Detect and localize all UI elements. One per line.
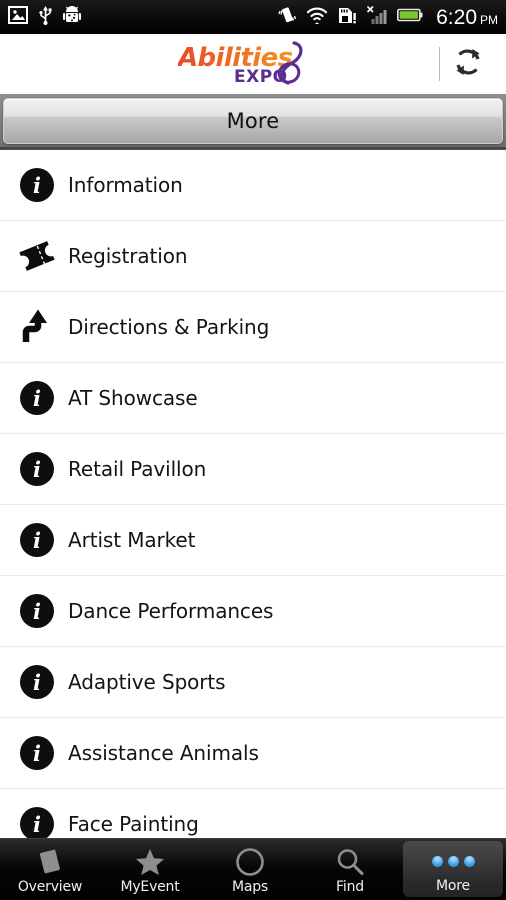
search-icon (335, 847, 365, 877)
list-item[interactable]: i Artist Market (0, 505, 506, 576)
refresh-button[interactable] (440, 41, 496, 87)
list-item-label: Artist Market (68, 528, 196, 552)
info-glyph: i (20, 523, 54, 557)
dot (463, 855, 475, 867)
usb-icon (38, 5, 53, 30)
app-screen: 6:20 PM Abilities EXPO More i Informatio… (0, 0, 506, 900)
list-item[interactable]: i Retail Pavillon (0, 434, 506, 505)
info-icon: i (14, 446, 60, 492)
tab-label: Overview (17, 878, 83, 895)
info-glyph: i (20, 168, 54, 202)
directions-arrow-icon (14, 304, 60, 350)
page-title-bar: More (0, 94, 506, 150)
abilities-expo-logo: Abilities EXPO (178, 41, 328, 87)
sd-card-alert-icon (337, 5, 357, 30)
battery-icon (397, 8, 423, 27)
list-item[interactable]: Directions & Parking (0, 292, 506, 363)
clock-ampm: PM (480, 12, 498, 27)
tab-more[interactable]: More (403, 841, 503, 897)
list-item-label: Directions & Parking (68, 315, 270, 339)
app-header: Abilities EXPO (0, 34, 506, 94)
info-glyph: i (20, 381, 54, 415)
list-item[interactable]: i Information (0, 150, 506, 221)
list-item[interactable]: i Face Painting (0, 789, 506, 838)
list-item[interactable]: i AT Showcase (0, 363, 506, 434)
dot (447, 855, 459, 867)
info-glyph: i (20, 807, 54, 838)
info-icon: i (14, 730, 60, 776)
tab-label: MyEvent (120, 878, 180, 895)
status-bar-left-icons (8, 5, 81, 30)
list-item[interactable]: i Assistance Animals (0, 718, 506, 789)
star-icon (134, 847, 166, 877)
list-item-label: Registration (68, 244, 188, 268)
tab-label: Maps (231, 878, 269, 895)
info-icon: i (14, 588, 60, 634)
tab-maps[interactable]: Maps (200, 839, 300, 900)
signal-no-service-icon (366, 5, 388, 30)
info-glyph: i (20, 452, 54, 486)
info-glyph: i (20, 736, 54, 770)
android-status-bar: 6:20 PM (0, 0, 506, 34)
list-item[interactable]: i Dance Performances (0, 576, 506, 647)
list-item-label: Retail Pavillon (68, 457, 207, 481)
bottom-tab-bar[interactable]: Overview MyEvent Maps Find More (0, 838, 506, 900)
three-dots-icon (431, 846, 475, 876)
android-robot-icon (63, 5, 81, 30)
info-icon: i (14, 659, 60, 705)
status-bar-clock: 6:20 PM (436, 7, 498, 28)
list-item-label: Adaptive Sports (68, 670, 226, 694)
info-icon: i (14, 375, 60, 421)
dots-group (431, 855, 475, 867)
info-glyph: i (20, 665, 54, 699)
list-item-label: Dance Performances (68, 599, 274, 623)
info-icon: i (14, 162, 60, 208)
tab-label: Find (336, 878, 364, 895)
page-title: More (226, 109, 280, 133)
tab-label: More (436, 878, 470, 894)
wifi-icon (306, 6, 328, 29)
ticket-icon (14, 233, 60, 279)
more-menu-list[interactable]: i Information Registration Directions & Par… (0, 150, 506, 838)
status-bar-right-icons: 6:20 PM (277, 5, 498, 30)
info-icon: i (14, 517, 60, 563)
logo-secondary-text: EXPO (234, 67, 288, 87)
list-item-label: Assistance Animals (68, 741, 259, 765)
list-item[interactable]: Registration (0, 221, 506, 292)
tab-find[interactable]: Find (300, 839, 400, 900)
dot (431, 855, 443, 867)
info-icon: i (14, 801, 60, 838)
clock-time: 6:20 (436, 5, 477, 29)
refresh-icon (451, 45, 485, 84)
page-title-panel: More (3, 98, 503, 144)
compass-icon (235, 847, 265, 877)
tab-myevent[interactable]: MyEvent (100, 839, 200, 900)
page-tilted-icon (35, 847, 65, 877)
list-item-label: Face Painting (68, 812, 199, 836)
vibrate-icon (277, 5, 297, 30)
list-item-label: AT Showcase (68, 386, 198, 410)
info-glyph: i (20, 594, 54, 628)
list-item[interactable]: i Adaptive Sports (0, 647, 506, 718)
gallery-image-icon (8, 5, 28, 29)
tab-overview[interactable]: Overview (0, 839, 100, 900)
list-item-label: Information (68, 173, 183, 197)
